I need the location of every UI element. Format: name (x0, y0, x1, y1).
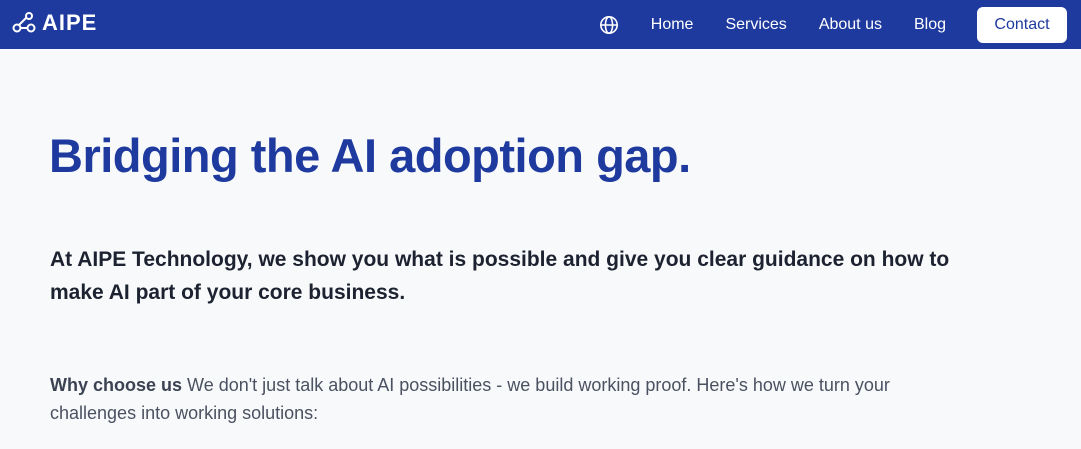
nav-services-link[interactable]: Services (725, 16, 786, 34)
why-choose-us-paragraph: Why choose us We don't just talk about A… (50, 371, 950, 427)
top-navbar: AIPE Home Services About us Blog Contact (0, 0, 1081, 49)
logo[interactable]: AIPE (12, 10, 97, 36)
nav-menu: Home Services About us Blog Contact (599, 0, 1067, 49)
nav-about-link[interactable]: About us (819, 16, 882, 34)
why-choose-us-label: Why choose us (50, 375, 183, 395)
nav-home-link[interactable]: Home (651, 16, 694, 34)
nodes-icon (12, 12, 36, 34)
globe-icon[interactable] (599, 15, 619, 35)
contact-button[interactable]: Contact (977, 6, 1067, 43)
logo-text: AIPE (42, 10, 98, 35)
nav-blog-link[interactable]: Blog (914, 16, 946, 34)
hero-subtitle: At AIPE Technology, we show you what is … (50, 248, 950, 304)
hero-title: Bridging the AI adoption gap. (49, 129, 691, 182)
